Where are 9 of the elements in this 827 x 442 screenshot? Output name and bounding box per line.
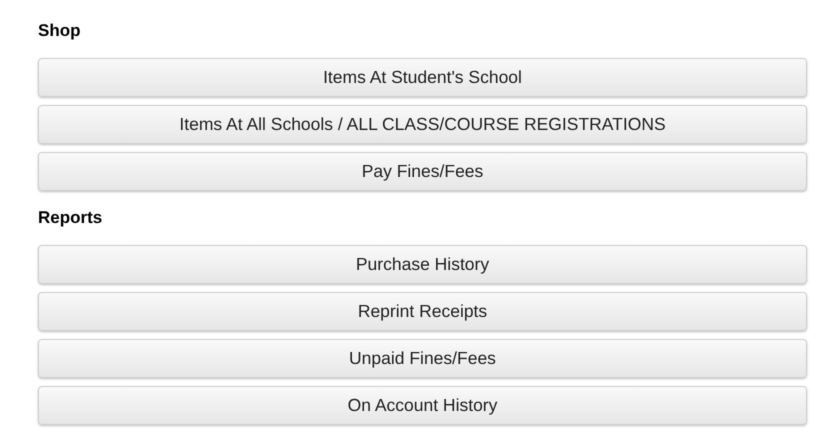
menu-button[interactable]: Items At Student's School bbox=[38, 58, 807, 97]
menu-button[interactable]: Purchase History bbox=[38, 245, 807, 284]
menu-button[interactable]: Reprint Receipts bbox=[38, 292, 807, 331]
menu-button[interactable]: Items At All Schools / ALL CLASS/COURSE REGISTRATIONS bbox=[38, 105, 807, 144]
menu-button[interactable]: Unpaid Fines/Fees bbox=[38, 339, 807, 378]
menu-button[interactable]: Pay Fines/Fees bbox=[38, 152, 807, 191]
section-heading: Shop bbox=[38, 20, 82, 42]
menu-button[interactable]: On Account History bbox=[38, 386, 807, 425]
section-heading: Reports bbox=[38, 207, 104, 229]
